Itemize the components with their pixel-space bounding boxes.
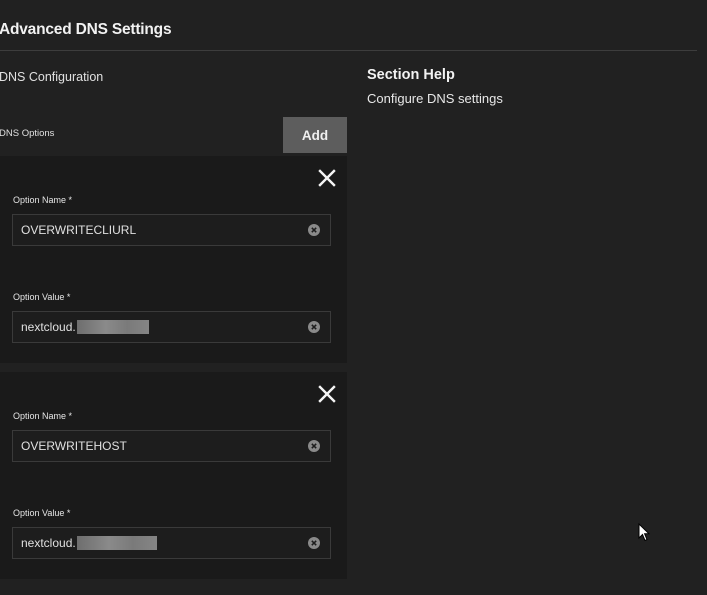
dns-option-card: Option Name * Option Value * nextcloud. [0,156,347,363]
title-divider [0,50,697,51]
option-value-text: nextcloud. [21,320,76,334]
option-value-field[interactable]: nextcloud. [12,527,331,559]
option-value-text: nextcloud. [21,536,76,550]
clear-circle-icon[interactable] [308,224,320,236]
option-name-label: Option Name * [13,411,73,421]
advanced-dns-settings-page: Advanced DNS Settings DNS Configuration … [0,0,707,595]
section-help-title: Section Help [367,67,455,83]
clear-circle-icon[interactable] [308,440,320,452]
option-value-input[interactable]: nextcloud. [21,528,157,558]
mouse-pointer-icon [638,522,651,542]
option-value-input[interactable]: nextcloud. [21,312,149,342]
dns-options-label: DNS Options [0,128,55,139]
option-name-field[interactable] [12,430,331,462]
close-icon[interactable] [318,169,336,187]
section-help-text: Configure DNS settings [367,91,503,106]
option-name-label: Option Name * [13,195,73,205]
option-name-field[interactable] [12,214,331,246]
clear-circle-icon[interactable] [308,321,320,333]
section-title: Advanced DNS Settings [0,21,172,38]
option-value-label: Option Value * [13,508,71,518]
option-value-label: Option Value * [13,292,71,302]
close-icon[interactable] [318,385,336,403]
clear-circle-icon[interactable] [308,537,320,549]
option-name-input[interactable] [21,431,281,461]
option-value-field[interactable]: nextcloud. [12,311,331,343]
redacted-value [76,536,157,550]
dns-configuration-heading: DNS Configuration [0,70,104,84]
dns-option-card: Option Name * Option Value * nextcloud. [0,372,347,579]
option-name-input[interactable] [21,215,281,245]
add-option-button[interactable]: Add [283,117,347,153]
redacted-value [76,320,149,334]
